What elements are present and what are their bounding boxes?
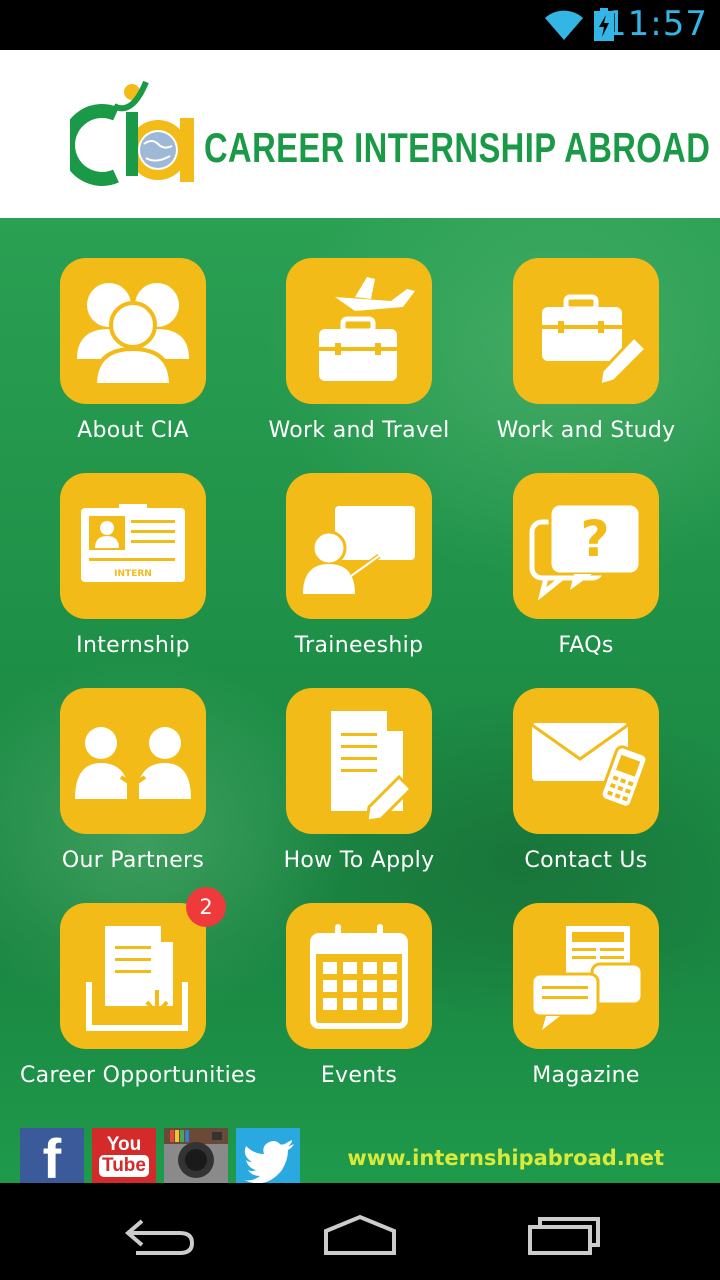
faqs-button[interactable]: ? xyxy=(513,473,659,619)
home-icon[interactable] xyxy=(320,1213,400,1257)
brand-title: CAREER INTERNSHIP ABROAD xyxy=(204,124,711,171)
main-menu: About CIA Work and Travel Work and Study… xyxy=(0,218,720,1183)
how-to-apply-button[interactable] xyxy=(286,688,432,834)
cia-logo-icon xyxy=(70,80,194,186)
app-header: CAREER INTERNSHIP ABROAD xyxy=(0,50,720,218)
svg-text:?: ? xyxy=(580,510,609,568)
menu-tile-career-opportunities[interactable]: 2 Career Opportunities xyxy=(20,887,257,1088)
traineeship-button[interactable] xyxy=(286,473,432,619)
people-group-icon xyxy=(77,283,189,387)
menu-tile-our-partners[interactable]: Our Partners xyxy=(20,688,246,873)
tile-label: Work and Study xyxy=(496,418,676,443)
internship-button[interactable]: INTERN xyxy=(60,473,206,619)
status-bar: 11:57 xyxy=(0,0,720,50)
twitter-button[interactable] xyxy=(236,1128,300,1183)
instagram-icon xyxy=(164,1128,228,1178)
about-cia-button[interactable] xyxy=(60,258,206,404)
menu-tile-internship[interactable]: INTERN Internship xyxy=(20,473,246,658)
presenter-board-icon xyxy=(303,506,415,594)
clock: 11:57 xyxy=(605,4,708,44)
menu-tile-about-cia[interactable]: About CIA xyxy=(20,258,246,443)
menu-tile-traineeship[interactable]: Traineeship xyxy=(246,473,472,658)
menu-tile-contact-us[interactable]: Contact Us xyxy=(473,688,699,873)
tile-label: FAQs xyxy=(558,633,614,658)
menu-tile-work-and-travel[interactable]: Work and Travel xyxy=(246,258,472,443)
facebook-button[interactable]: f xyxy=(20,1128,84,1183)
youtube-icon: You xyxy=(106,1134,142,1155)
website-link[interactable]: www.internshipabroad.net xyxy=(347,1146,664,1170)
tile-label: Internship xyxy=(76,633,190,658)
envelope-phone-icon xyxy=(531,723,649,809)
question-bubble-icon: ? xyxy=(529,502,642,601)
menu-tile-magazine[interactable]: Magazine xyxy=(473,903,699,1088)
wifi-icon xyxy=(545,10,583,40)
tile-label: Events xyxy=(320,1063,398,1088)
airplane-briefcase-icon xyxy=(319,277,415,381)
social-links: f You Tube xyxy=(20,1128,300,1183)
tile-label: Career Opportunities xyxy=(20,1063,257,1088)
notification-badge: 2 xyxy=(186,887,226,927)
recent-apps-icon[interactable] xyxy=(524,1213,604,1257)
tile-label: Traineeship xyxy=(294,633,424,658)
our-partners-button[interactable] xyxy=(60,688,206,834)
briefcase-pencil-icon xyxy=(542,294,649,388)
work-and-travel-button[interactable] xyxy=(286,258,432,404)
youtube-button[interactable]: You Tube xyxy=(92,1128,156,1183)
tile-label: Work and Travel xyxy=(268,418,450,443)
document-tray-icon xyxy=(86,926,188,1031)
facebook-icon: f xyxy=(42,1128,62,1184)
menu-tile-work-and-study[interactable]: Work and Study xyxy=(473,258,699,443)
chat-news-icon xyxy=(530,926,644,1030)
handshake-people-icon xyxy=(75,727,191,799)
tile-label: About CIA xyxy=(77,418,189,443)
intern-text: INTERN xyxy=(114,569,152,579)
menu-tile-faqs[interactable]: ? FAQs xyxy=(473,473,699,658)
twitter-icon xyxy=(244,1140,294,1183)
career-opportunities-button[interactable]: 2 xyxy=(60,887,226,1049)
work-and-study-button[interactable] xyxy=(513,258,659,404)
tile-label: Magazine xyxy=(532,1063,640,1088)
back-icon[interactable] xyxy=(120,1213,200,1257)
tile-label: Our Partners xyxy=(61,848,205,873)
id-card-icon: INTERN xyxy=(81,504,185,582)
instagram-button[interactable] xyxy=(164,1128,228,1183)
magazine-button[interactable] xyxy=(513,903,659,1049)
calendar-icon xyxy=(310,924,408,1029)
menu-tile-events[interactable]: Events xyxy=(246,903,472,1088)
tile-label: Contact Us xyxy=(524,848,648,873)
tile-label: How To Apply xyxy=(283,848,435,873)
events-button[interactable] xyxy=(286,903,432,1049)
document-pencil-icon xyxy=(331,711,414,823)
youtube-icon-text: Tube xyxy=(99,1155,149,1177)
contact-us-button[interactable] xyxy=(513,688,659,834)
menu-tile-how-to-apply[interactable]: How To Apply xyxy=(246,688,472,873)
navigation-bar xyxy=(0,1183,720,1280)
